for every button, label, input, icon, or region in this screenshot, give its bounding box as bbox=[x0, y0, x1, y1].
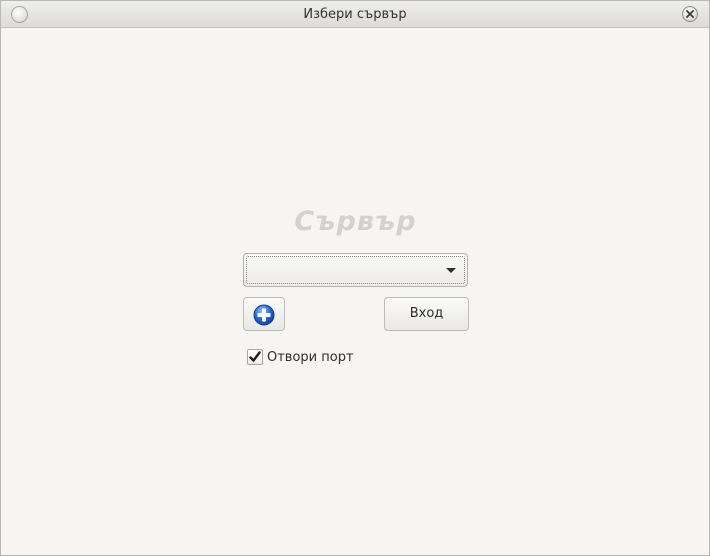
add-circle-icon bbox=[253, 304, 275, 326]
checkmark-icon bbox=[249, 351, 261, 362]
title-bar[interactable]: Избери сървър bbox=[1, 1, 709, 28]
close-button[interactable] bbox=[682, 6, 698, 22]
open-port-label: Отвори порт bbox=[267, 350, 354, 365]
add-server-button[interactable] bbox=[243, 297, 285, 331]
dropdown-arrow-icon bbox=[446, 268, 456, 273]
server-heading: Сървър bbox=[294, 206, 417, 237]
login-button[interactable]: Вход bbox=[384, 297, 469, 331]
server-select-window: Избери сървър Сървър Вход Отвори порт bbox=[0, 0, 710, 556]
open-port-checkbox[interactable] bbox=[247, 349, 263, 365]
window-title: Избери сървър bbox=[303, 7, 407, 22]
server-select[interactable] bbox=[243, 253, 468, 287]
close-icon bbox=[686, 10, 694, 18]
focus-ring bbox=[246, 256, 465, 284]
